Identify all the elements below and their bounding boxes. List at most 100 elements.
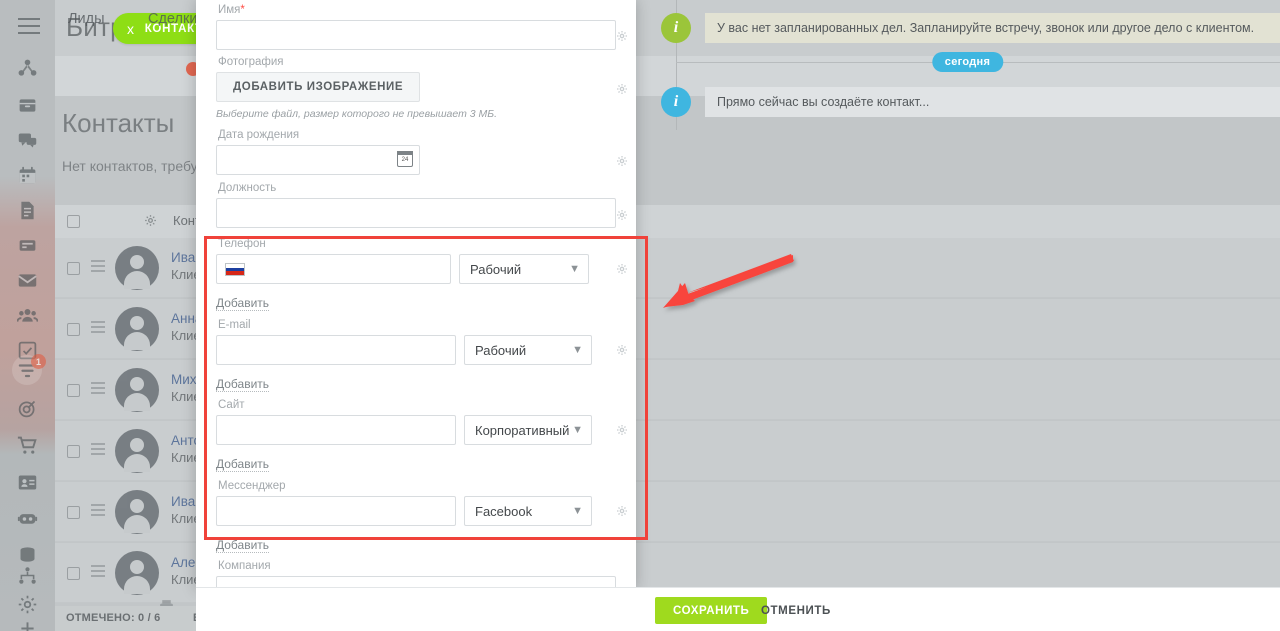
email-type-value: Рабочий xyxy=(475,342,527,358)
field-label-name: Имя* xyxy=(218,4,245,16)
field-label-birthdate: Дата рождения xyxy=(218,129,300,141)
row-checkbox[interactable] xyxy=(67,445,80,458)
messenger-input[interactable] xyxy=(216,496,456,526)
plus-icon xyxy=(17,618,38,631)
sidebar-item-crm[interactable]: 1 xyxy=(0,350,55,390)
sidebar-item-marketing[interactable] xyxy=(0,388,55,428)
sidebar-item-mail[interactable] xyxy=(0,260,55,300)
avatar xyxy=(115,307,159,351)
field-label-position: Должность xyxy=(218,182,277,194)
sidebar-item-add[interactable] xyxy=(0,608,55,631)
calendar-icon[interactable]: 24 xyxy=(396,150,413,167)
row-drag-handle-icon[interactable] xyxy=(91,260,105,275)
row-drag-handle-icon[interactable] xyxy=(91,504,105,519)
page-title: Контакты xyxy=(62,108,175,138)
site-type-select[interactable]: Корпоративный ▼ xyxy=(464,415,592,445)
field-settings-gear-icon[interactable] xyxy=(616,505,628,520)
messenger-type-value: Facebook xyxy=(475,503,533,519)
calendar-day-number: 24 xyxy=(401,157,409,163)
row-checkbox[interactable] xyxy=(67,567,80,580)
chevron-down-icon: ▼ xyxy=(569,263,580,275)
phone-add-link[interactable]: Добавить xyxy=(216,296,270,311)
position-input[interactable] xyxy=(216,198,616,228)
cancel-button[interactable]: ОТМЕНИТЬ xyxy=(755,597,837,624)
field-settings-gear-icon[interactable] xyxy=(616,30,628,45)
email-add-link[interactable]: Добавить xyxy=(216,377,270,392)
info-icon: i xyxy=(661,87,691,117)
avatar xyxy=(115,368,159,412)
email-type-select[interactable]: Рабочий ▼ xyxy=(464,335,592,365)
field-settings-gear-icon[interactable] xyxy=(616,344,628,359)
sidebar-item-tasks-storage[interactable] xyxy=(0,225,55,265)
sidebar-item-more[interactable] xyxy=(0,482,55,522)
avatar xyxy=(115,551,159,595)
birthdate-input[interactable] xyxy=(216,145,420,175)
row-drag-handle-icon[interactable] xyxy=(91,382,105,397)
avatar xyxy=(115,246,159,290)
name-input[interactable] xyxy=(216,20,616,50)
row-drag-handle-icon[interactable] xyxy=(91,565,105,580)
envelope-icon xyxy=(17,270,38,291)
tab-deals[interactable]: Сделки xyxy=(148,11,197,27)
messenger-add-link[interactable]: Добавить xyxy=(216,538,270,553)
add-image-button[interactable]: ДОБАВИТЬ ИЗОБРАЖЕНИЕ xyxy=(216,72,421,102)
field-label-company: Компания xyxy=(218,560,271,572)
field-settings-gear-icon[interactable] xyxy=(616,263,628,278)
sidebar-item-messenger[interactable] xyxy=(0,120,55,160)
site-add-link[interactable]: Добавить xyxy=(216,457,270,472)
email-input[interactable] xyxy=(216,335,456,365)
timeline-message: Прямо сейчас вы создаёте контакт... xyxy=(705,87,1280,117)
field-position: Должность xyxy=(216,182,616,228)
field-settings-gear-icon[interactable] xyxy=(616,424,628,439)
sidebar-item-drive[interactable] xyxy=(0,85,55,125)
field-company: Компания xyxy=(216,560,616,590)
create-contact-form[interactable]: Имя* Фотография ДОБАВИТЬ ИЗОБРАЖЕНИЕ Выб… xyxy=(196,0,636,590)
sidebar-item-employees[interactable] xyxy=(0,295,55,335)
sidebar-item-documents[interactable] xyxy=(0,190,55,230)
sidebar-item-live-feed[interactable] xyxy=(0,48,55,88)
selected-count: ОТМЕЧЕНО: 0 / 6 xyxy=(66,612,161,624)
close-icon[interactable]: x xyxy=(127,21,135,37)
grid-settings-gear-icon[interactable] xyxy=(144,214,157,232)
field-phone: Телефон Рабочий ▼ Добавить xyxy=(216,238,589,312)
sidebar-item-online-store[interactable] xyxy=(0,425,55,465)
document-icon xyxy=(17,200,38,221)
share-nodes-icon xyxy=(17,58,38,79)
chat-bubble-icon xyxy=(17,130,38,151)
messenger-type-select[interactable]: Facebook ▼ xyxy=(464,496,592,526)
row-checkbox[interactable] xyxy=(67,506,80,519)
field-email: E-mail Рабочий ▼ Добавить xyxy=(216,319,592,393)
phone-input[interactable] xyxy=(216,254,451,284)
field-settings-gear-icon[interactable] xyxy=(616,155,628,170)
field-label-phone: Телефон xyxy=(218,238,266,250)
phone-type-value: Рабочий xyxy=(470,261,522,277)
field-birthdate: Дата рождения 24 xyxy=(216,129,420,175)
archive-box-icon xyxy=(17,95,38,116)
field-settings-gear-icon[interactable] xyxy=(616,83,628,98)
save-button[interactable]: СОХРАНИТЬ xyxy=(655,597,768,624)
field-label-site: Сайт xyxy=(218,399,245,411)
tab-leads[interactable]: Лиды xyxy=(68,11,105,27)
site-input[interactable] xyxy=(216,415,456,445)
ru-flag-icon[interactable] xyxy=(225,263,245,276)
field-label-photo: Фотография xyxy=(218,56,284,68)
menu-hamburger-icon[interactable] xyxy=(18,18,40,39)
calendar-icon xyxy=(17,165,38,186)
row-checkbox[interactable] xyxy=(67,323,80,336)
left-sidebar[interactable]: 1 xyxy=(0,0,55,631)
chevron-down-icon: ▼ xyxy=(572,505,583,517)
select-all-checkbox[interactable] xyxy=(67,215,80,228)
row-checkbox[interactable] xyxy=(67,384,80,397)
chevron-down-icon: ▼ xyxy=(572,424,583,436)
row-drag-handle-icon[interactable] xyxy=(91,321,105,336)
avatar xyxy=(115,429,159,473)
field-messenger: Мессенджер Facebook ▼ Добавить xyxy=(216,480,592,554)
phone-type-select[interactable]: Рабочий ▼ xyxy=(459,254,589,284)
field-name: Имя* xyxy=(216,4,616,50)
site-type-value: Корпоративный xyxy=(475,422,570,438)
row-checkbox[interactable] xyxy=(67,262,80,275)
row-drag-handle-icon[interactable] xyxy=(91,443,105,458)
sidebar-item-calendar[interactable] xyxy=(0,155,55,195)
users-group-icon xyxy=(17,305,38,326)
field-settings-gear-icon[interactable] xyxy=(616,209,628,224)
